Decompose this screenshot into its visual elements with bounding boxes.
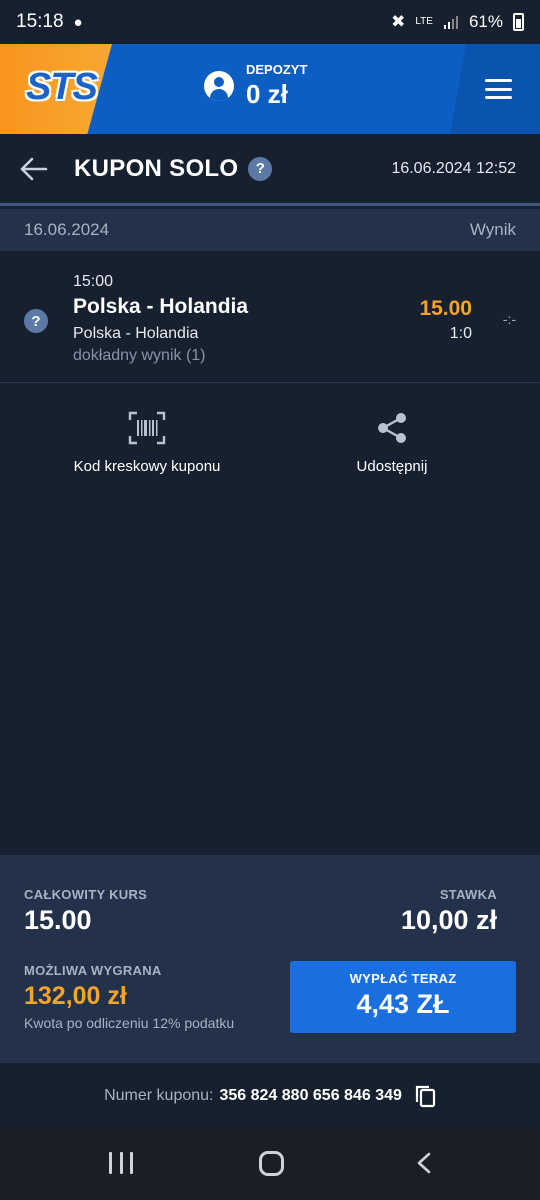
status-time: 15:18: [16, 11, 64, 32]
user-icon: [204, 71, 234, 101]
coupon-actions: Kod kreskowy kuponu Udostępnij: [0, 400, 540, 490]
app-header: STS DEPOZYT 0 zł: [0, 44, 540, 134]
mute-icon: ✖: [391, 12, 406, 31]
signal-icon: [443, 16, 458, 29]
bet-market: dokładny wynik (1): [73, 347, 206, 364]
result-column-label: Wynik: [469, 220, 516, 239]
bet-item[interactable]: ? 15:00 Polska - Holandia Polska - Holan…: [0, 251, 540, 383]
match-subtitle: Polska - Holandia: [73, 325, 199, 342]
bet-odds: 15.00: [419, 297, 472, 320]
share-button[interactable]: Udostępnij: [292, 410, 492, 475]
share-label: Udostępnij: [356, 458, 428, 475]
cashout-value: 4,43 ZŁ: [356, 989, 450, 1019]
match-score: -:-: [502, 311, 516, 327]
notification-icon: ●: [73, 13, 83, 31]
coupon-number-row: Numer kuponu: 356 824 880 656 846 349: [0, 1063, 540, 1128]
coupon-number: 356 824 880 656 846 349: [219, 1086, 402, 1104]
stake-label: STAWKA: [439, 887, 497, 902]
battery-icon: [513, 13, 524, 31]
deposit-label: DEPOZYT: [246, 62, 308, 77]
coupon-title-bar: KUPON SOLO ? 16.06.2024 12:52: [0, 134, 540, 206]
back-arrow-icon[interactable]: [20, 157, 48, 181]
help-icon[interactable]: ?: [248, 156, 273, 181]
coupon-summary: CAŁKOWITY KURS 15.00 STAWKA 10,00 zł MOŻ…: [0, 855, 540, 1063]
page-title: KUPON SOLO: [74, 154, 239, 182]
home-icon[interactable]: [259, 1151, 284, 1176]
barcode-button[interactable]: Kod kreskowy kuponu: [47, 410, 247, 475]
system-back-icon[interactable]: [414, 1152, 436, 1174]
coupon-number-label: Numer kuponu:: [104, 1086, 214, 1104]
stake-value: 10,00 zł: [400, 905, 497, 935]
possible-win-value: 132,00 zł: [24, 982, 127, 1010]
deposit-value: 0 zł: [246, 79, 288, 109]
cashout-button[interactable]: WYPŁAĆ TERAZ 4,43 ZŁ: [290, 961, 516, 1033]
sts-logo[interactable]: STS: [26, 66, 98, 109]
recents-icon[interactable]: [109, 1152, 133, 1174]
total-odds-label: CAŁKOWITY KURS: [24, 887, 148, 902]
event-date: 16.06.2024: [24, 220, 110, 239]
bet-pick: 1:0: [449, 325, 472, 342]
total-odds-value: 15.00: [24, 905, 92, 935]
barcode-label: Kod kreskowy kuponu: [73, 458, 221, 475]
date-header-row: 16.06.2024 Wynik: [0, 209, 540, 251]
deposit-info: DEPOZYT 0 zł: [246, 62, 307, 110]
share-icon: [292, 410, 492, 446]
deposit-button[interactable]: DEPOZYT 0 zł: [204, 62, 307, 110]
coupon-datetime: 16.06.2024 12:52: [391, 159, 516, 177]
lte-icon: LTE: [415, 16, 433, 27]
barcode-icon: [47, 410, 247, 446]
cashout-label: WYPŁAĆ TERAZ: [349, 971, 457, 986]
hamburger-menu-icon[interactable]: [485, 79, 512, 99]
tax-note: Kwota po odliczeniu 12% podatku: [24, 1015, 235, 1031]
status-icons: ✖ LTE 61%: [391, 12, 524, 32]
system-nav-bar: [0, 1128, 540, 1200]
copy-icon[interactable]: [414, 1084, 436, 1108]
match-name: Polska - Holandia: [73, 295, 249, 318]
battery-percent: 61%: [468, 12, 503, 31]
status-bar: 15:18 ● ✖ LTE 61%: [0, 0, 540, 44]
bet-status-help-icon[interactable]: ?: [24, 309, 48, 333]
possible-win-label: MOŻLIWA WYGRANA: [24, 963, 162, 978]
match-time: 15:00: [73, 273, 114, 290]
